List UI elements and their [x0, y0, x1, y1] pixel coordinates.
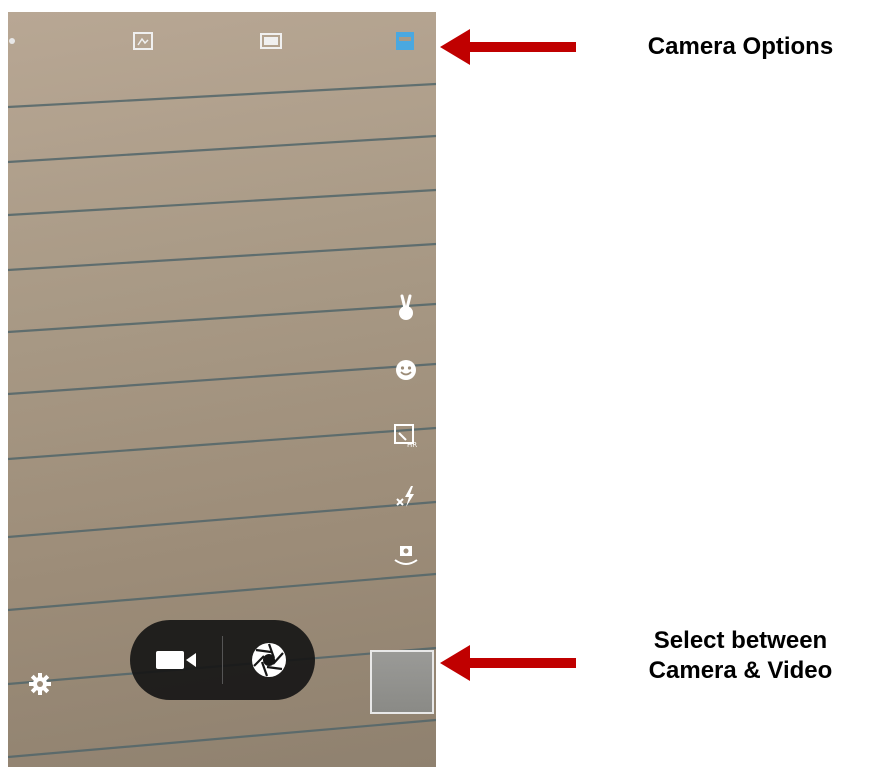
svg-text:HR: HR	[407, 441, 417, 449]
capture-mode-switch	[130, 620, 315, 700]
shutter-icon	[252, 643, 286, 677]
switch-camera-icon[interactable]	[392, 542, 420, 570]
top-mode-bar	[8, 12, 436, 72]
video-record-icon	[156, 651, 196, 669]
select-mode-label-line2: Camera & Video	[648, 657, 833, 684]
camera-viewfinder: HR	[8, 12, 436, 767]
hdr-icon[interactable]: HR	[392, 422, 420, 450]
panorama-mode-icon[interactable]	[132, 32, 154, 50]
settings-gear-icon[interactable]	[28, 672, 52, 696]
face-beauty-icon[interactable]	[392, 356, 420, 384]
select-mode-label-line1: Select between	[653, 627, 828, 654]
shutter-button[interactable]	[223, 620, 315, 700]
camera-mode-icon[interactable]	[394, 32, 416, 50]
camera-options-arrow	[440, 29, 576, 65]
camera-options-label: Camera Options	[647, 33, 834, 60]
flash-off-icon[interactable]	[392, 482, 420, 510]
partial-edge-icon	[8, 32, 20, 50]
select-mode-label: Select between Camera & Video	[600, 626, 881, 686]
select-mode-arrow	[440, 645, 576, 681]
scene-mode-icon[interactable]	[260, 32, 282, 50]
gesture-shot-icon[interactable]	[392, 294, 420, 322]
gallery-thumbnail[interactable]	[370, 650, 434, 714]
video-record-button[interactable]	[130, 620, 222, 700]
